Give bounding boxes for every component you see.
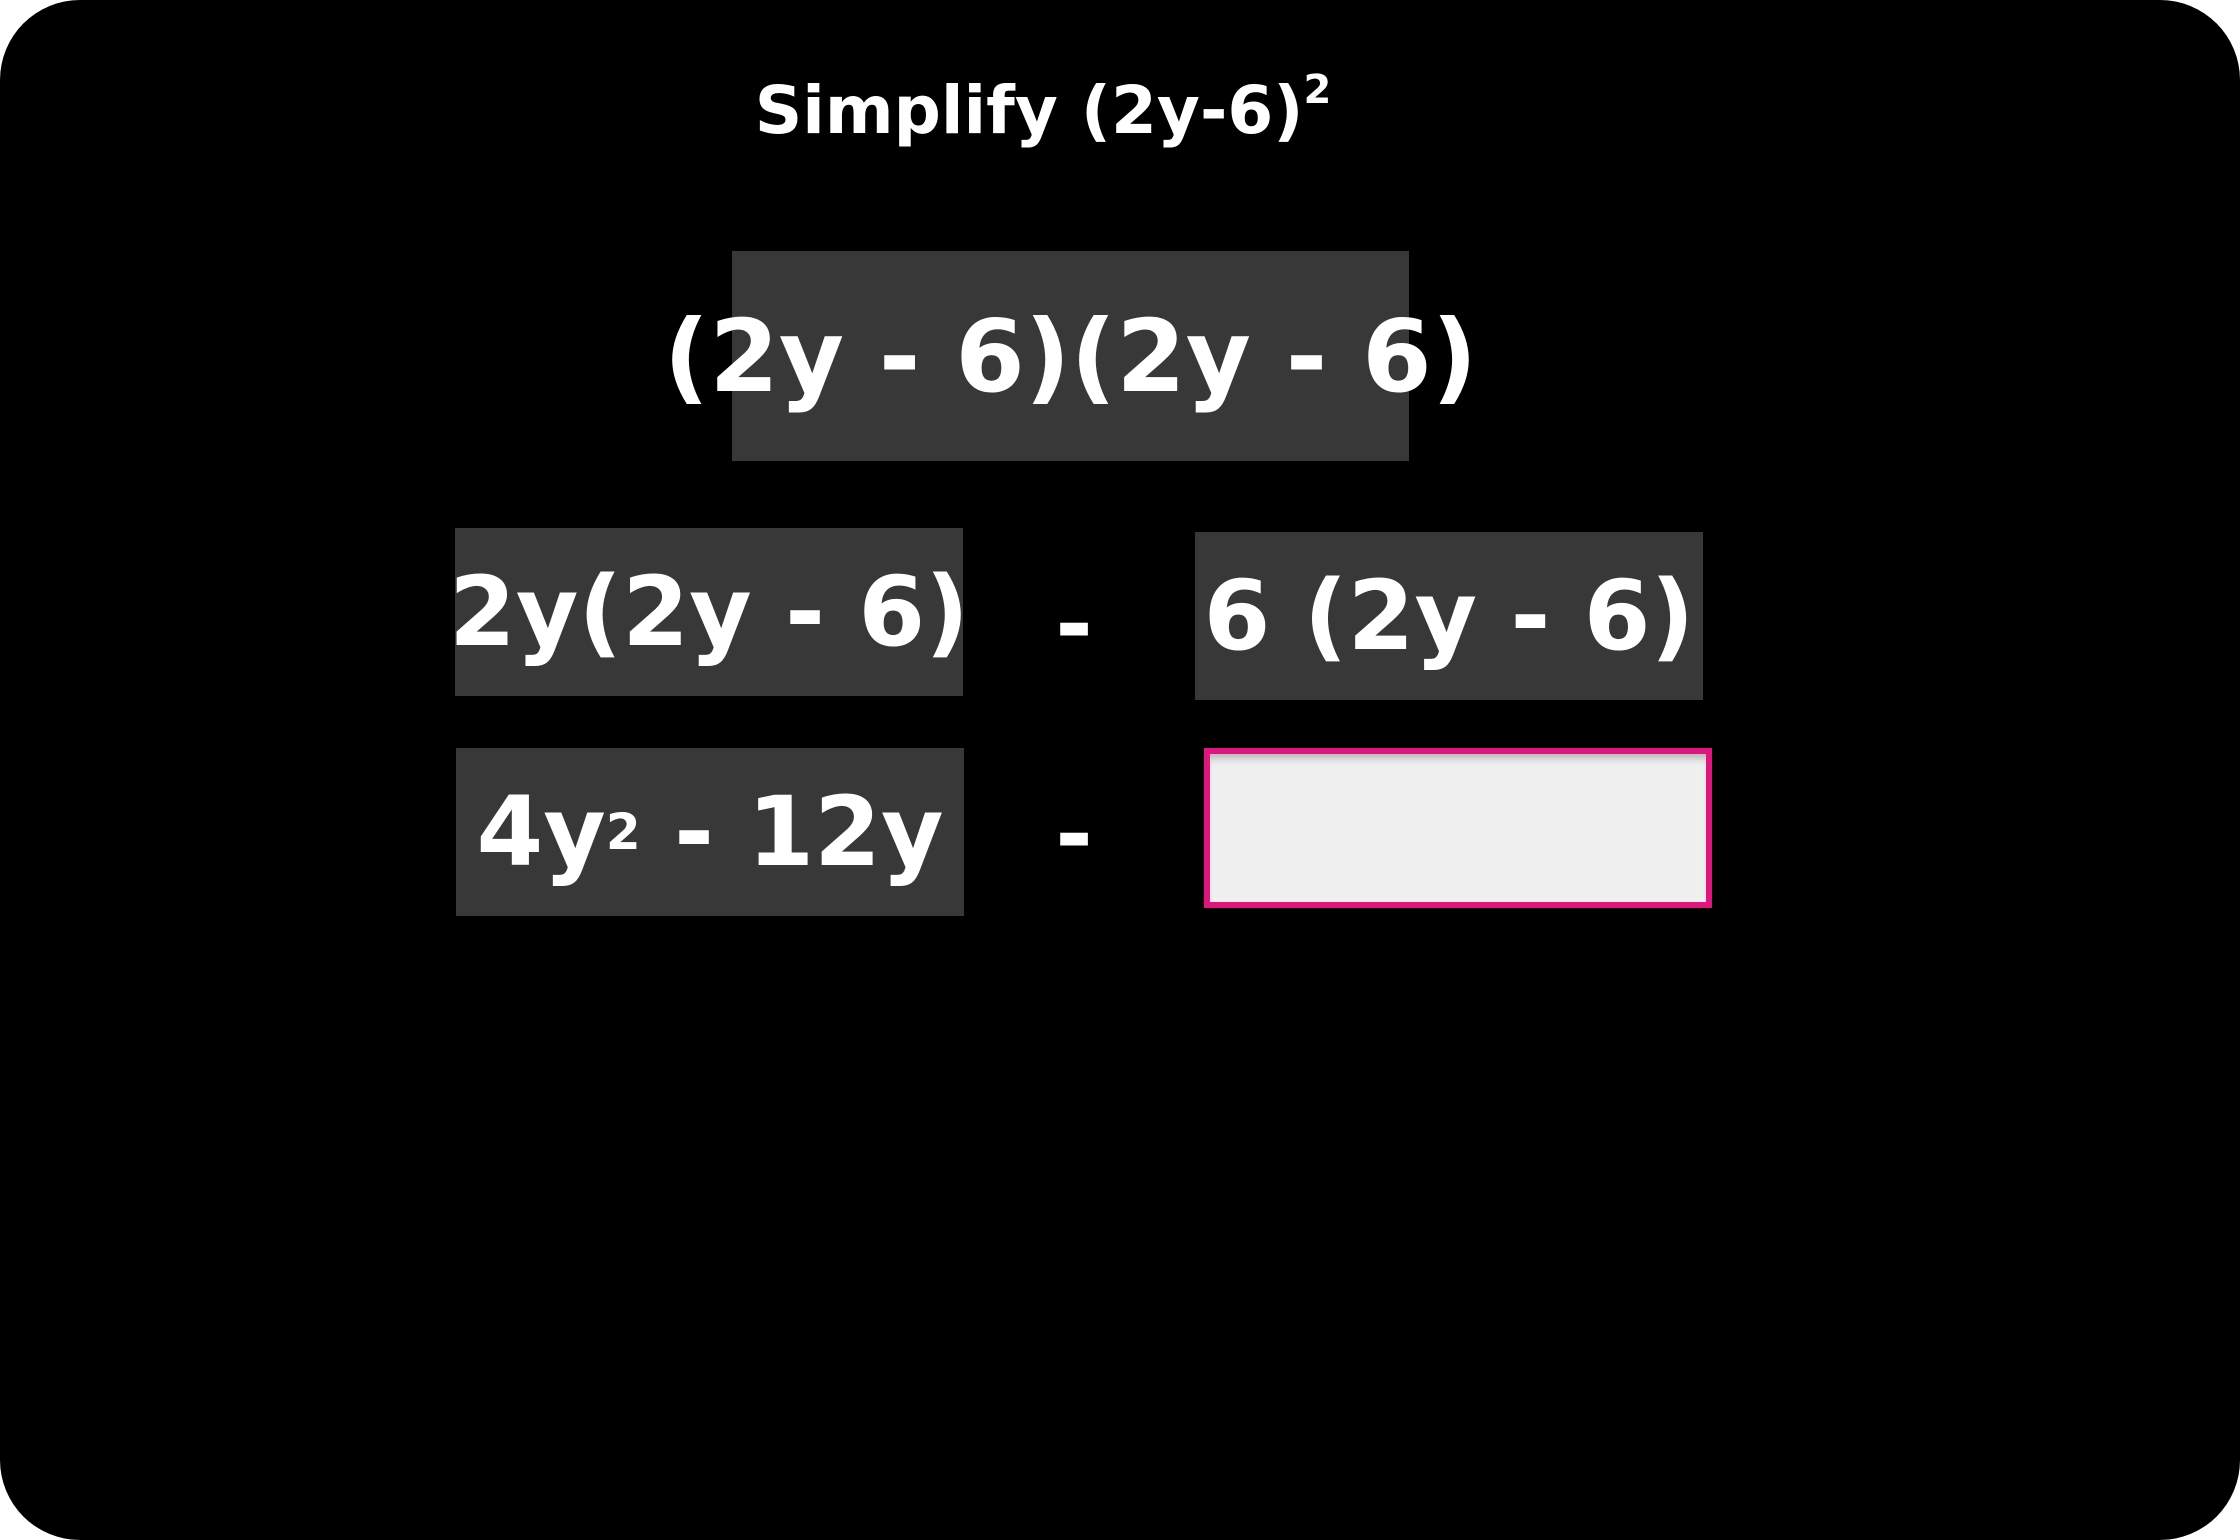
distribution-left-tile: 2y(2y - 6): [449, 528, 969, 696]
distribution-right-tile: 6 (2y - 6): [1195, 532, 1703, 700]
distribution-left-text: 2y(2y - 6): [449, 556, 969, 668]
expansion-tile: (2y - 6)(2y - 6): [664, 251, 1477, 461]
problem-title-exponent: 2: [1303, 67, 1332, 113]
answer-input[interactable]: [1204, 748, 1712, 908]
result-left-base: 4y: [476, 776, 606, 888]
problem-title: Simplify (2y-6)2: [0, 66, 2086, 156]
result-operator: -: [1055, 782, 1093, 887]
result-left-tile: 4y 2 - 12y: [456, 748, 964, 916]
problem-title-text: Simplify (2y-6): [754, 72, 1304, 149]
expansion-text: (2y - 6)(2y - 6): [663, 297, 1478, 415]
distribution-right-text: 6 (2y - 6): [1203, 560, 1695, 672]
distribution-operator: -: [1055, 572, 1093, 677]
result-left-rest: - 12y: [640, 776, 944, 888]
problem-screen: Simplify (2y-6)2 (2y - 6)(2y - 6) 2y(2y …: [0, 0, 2240, 1540]
